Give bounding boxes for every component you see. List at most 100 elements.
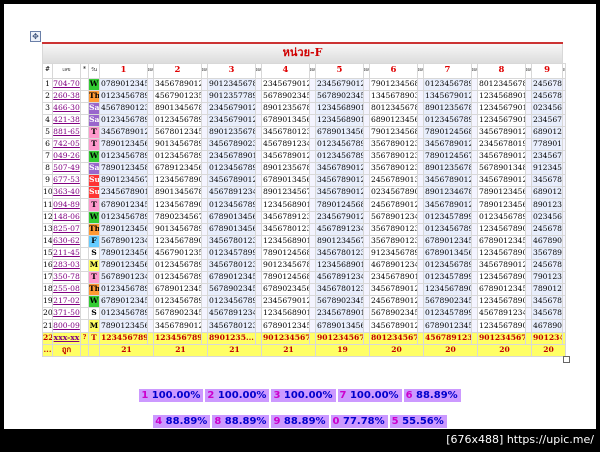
hit-flag [562,113,566,127]
row-number: 22 [42,331,53,345]
day-badge: W [88,210,100,224]
draw-result-link[interactable]: 677-53 [52,174,81,188]
row-number: 11 [42,198,53,212]
digit-set-cell: 0123456789 [99,89,148,103]
digit-set-cell: 0234567890 [530,210,564,224]
draw-result-link[interactable]: 371-50 [52,307,81,321]
draw-result-link[interactable]: 466-30 [52,101,81,115]
draw-result-link[interactable]: 800-09 [52,319,81,333]
row-marker [80,77,89,91]
hit-flag [562,331,566,345]
day-badge: Sa [88,162,100,176]
hit-count: 20 [531,343,566,358]
stat-digit: 8 [214,416,222,427]
draw-result-link[interactable]: 704-70 [52,77,81,91]
draw-result-link[interactable]: 825-07 [52,222,81,236]
draw-result-link[interactable]: 049-26 [52,150,81,164]
header-digit: 9 [530,63,564,79]
digit-set-cell: 3567890123 [369,222,418,236]
stat-percentage: 100.00% [151,390,201,401]
draw-result-link[interactable]: 421-38 [52,113,81,127]
hit-flag [562,89,566,103]
draw-result-link[interactable]: 217-02 [52,295,81,309]
row-number: 4 [42,113,53,127]
table-row: 14 630-62 F 5678901234 1234567890 3456780123 1… [42,234,566,248]
digit-set-cell: 0123456789 [99,210,148,224]
digit-set-cell: 3456789012 [369,319,418,333]
table-resize-handle[interactable] [563,356,570,363]
header-col-label: ผล [255,63,262,79]
digit-set-cell: 8901345678 [153,186,202,200]
digit-set-cell: 3567890123 [369,138,418,152]
stat-percentage: 88.89% [416,390,458,401]
table-row: 6 742-05 T 7890123456 9013456789 3456789023 45… [42,138,566,152]
table-row: 20 371-50 S 0123456789 5678902345 4567891234 1… [42,307,566,321]
digit-set-cell: 7890124568 [261,246,310,260]
digit-set-cell: 3456789012 [153,77,202,91]
digit-set-cell: 4567891234 [477,307,526,321]
row-number: 14 [42,234,53,248]
table-row: 5 881-65 T 3456789012 5678012345 8901235678 34… [42,125,566,140]
digit-set-cell: 8901235678 [423,162,472,176]
header-digit: 2 [153,63,202,79]
hit-flag [562,271,566,285]
digit-set-cell: 5678902345 [207,283,256,297]
stat-percentage: 88.89% [165,416,208,427]
draw-result-link[interactable]: 742-05 [52,138,81,152]
draw-result-link[interactable]: 350-78 [52,271,81,285]
digit-set-cell: 5678902345 [369,307,418,321]
digit-set-cell: 3567890123 [530,246,564,260]
digit-set-cell: 8901234567 [261,186,310,200]
table-row: 15 211-45 S 7890123456 4567901235 0123457899 7… [42,246,566,260]
stat-percentage: 100.00% [283,390,333,401]
row-marker [80,210,89,224]
stat-digit: 2 [207,390,215,401]
digit-set-cell: 7890123458 [99,162,148,176]
draw-result-link[interactable]: xxx-xx [52,331,81,345]
digit-set-cell: 4678901234 [530,234,564,248]
day-badge: Sa [88,113,100,127]
digit-set-cell: 3456789012 [530,174,564,188]
table-move-handle-icon[interactable]: ✥ [30,31,41,42]
digit-set-cell: 4567891234 [207,186,256,200]
draw-result-link[interactable]: 507-49 [52,162,81,176]
digit-set-cell: 1234567890 [477,319,526,333]
stat-digit: 4 [155,416,163,427]
header-col-label: ผล [417,63,424,79]
stat-digit: 6 [405,390,413,401]
digit-set-cell: 1345679012 [423,89,472,103]
draw-result-link[interactable]: 363-40 [52,186,81,200]
digit-set-cell: 6789012345 [99,198,148,212]
day-badge: T [88,271,100,285]
row-number: 2 [42,89,53,103]
table-row: 4 421-38 Sa 0123456789 0123456789 2345679012 6… [42,113,566,127]
header-col-label: ผล [363,63,370,79]
day-badge: S [88,307,100,321]
digit-set-cell: 2345678901 [530,113,564,127]
digit-set-cell: 4567901235 [153,89,202,103]
draw-result-link[interactable]: 094-89 [52,198,81,212]
row-marker [80,234,89,248]
draw-result-link[interactable]: 881-65 [52,125,81,140]
row-number: 9 [42,174,53,188]
draw-result-link[interactable]: 260-38 [52,89,81,103]
digit-set-cell: 8012345678 [477,77,526,91]
table-title: หน่วย-F [41,42,564,65]
digit-set-cell: 4567901235 [153,246,202,260]
draw-result-link[interactable]: 255-08 [52,283,81,297]
table-row: 18 255-08 Th 0123456789 6789012345 5678902345… [42,283,566,297]
digit-set-cell: 4567891234 [261,138,310,152]
digit-set-cell: 7890124567 [423,150,472,164]
draw-result-link[interactable]: 283-03 [52,258,81,273]
digit-set-cell: 1234567890 [477,222,526,236]
draw-result-link[interactable]: 630-62 [52,234,81,248]
hit-count: 19 [315,343,370,358]
digit-set-cell: 3456789012 [423,198,472,212]
draw-result-link[interactable]: 211-45 [52,246,81,260]
draw-result-link[interactable]: 148-06 [52,210,81,224]
digit-set-cell: 0123457899 [423,307,472,321]
digit-set-cell: 2345679012 [207,101,256,115]
digit-set-cell: 0123456789 [153,150,202,164]
digit-set-cell: 9123456789 [530,162,564,176]
table-header-row: #เลข*วัน1ผล2ผล3ผล4ผล5ผล6ผล7ผล8ผล9ผล [42,63,566,79]
